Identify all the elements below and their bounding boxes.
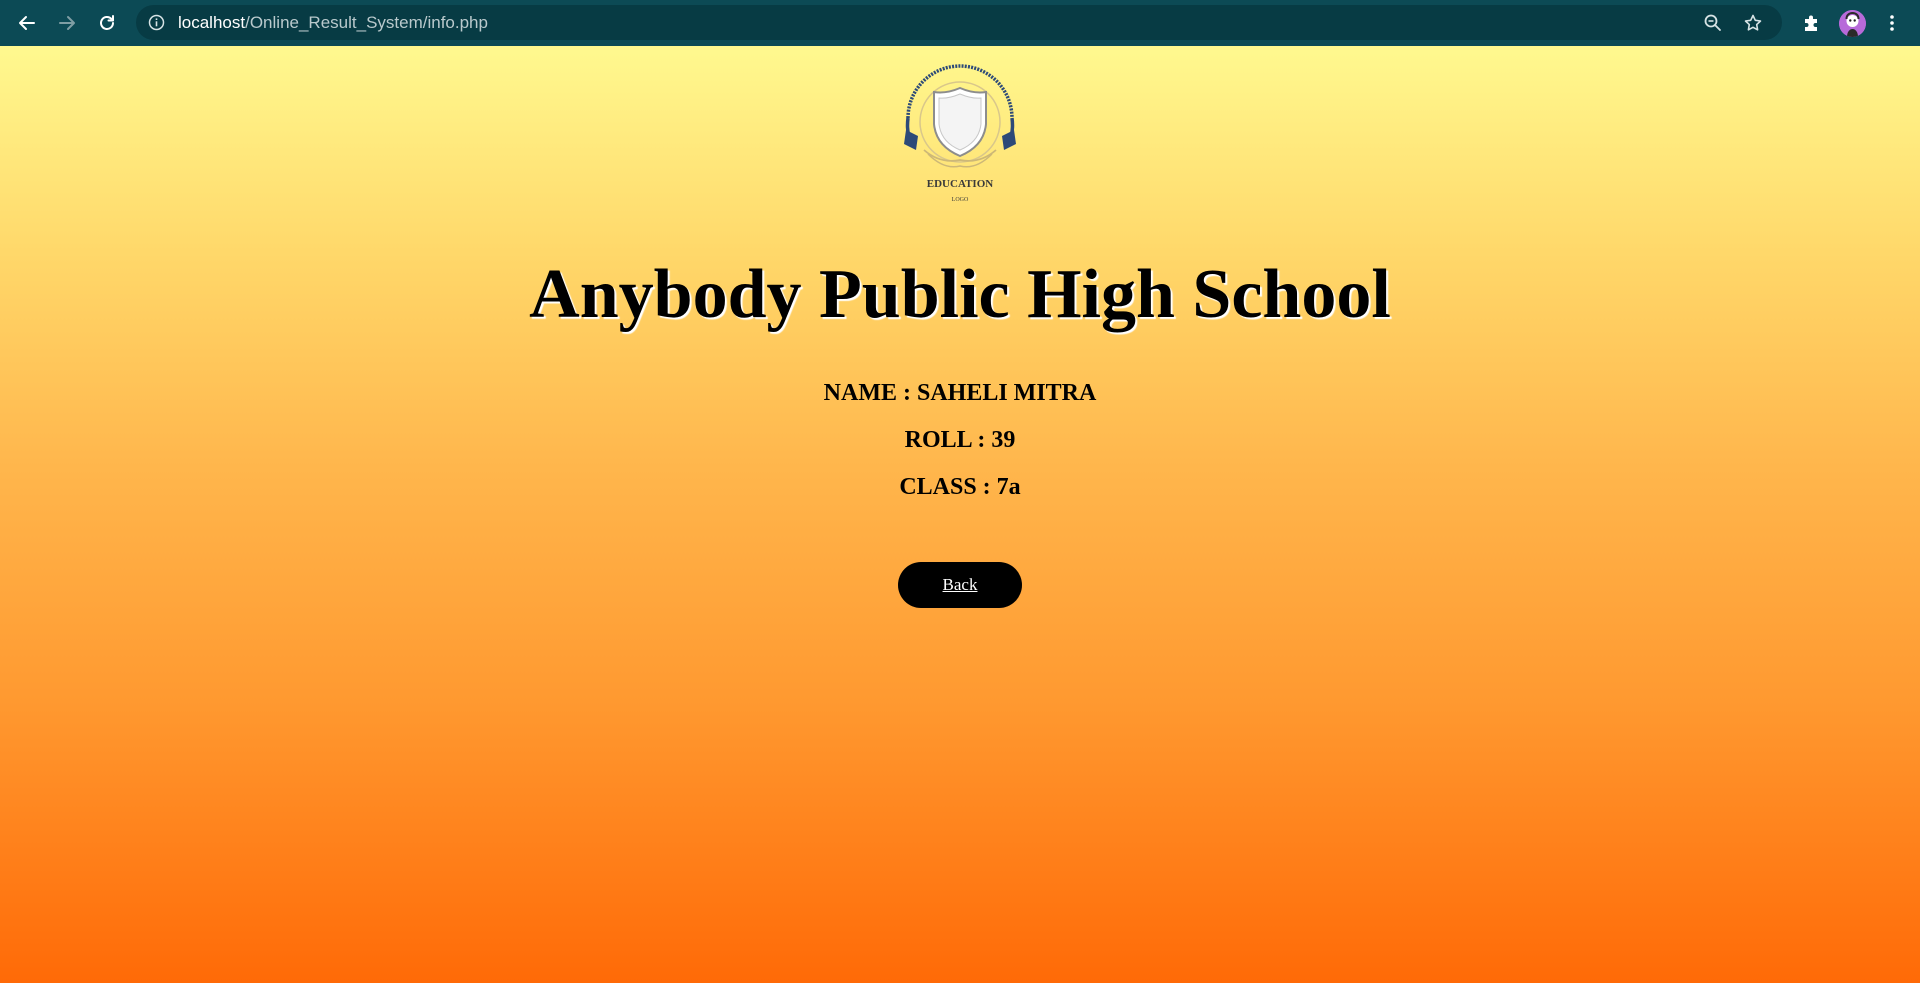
url-text[interactable]: localhost/Online_Result_System/info.php	[178, 13, 488, 32]
puzzle-icon	[1805, 15, 1817, 31]
avatar[interactable]	[1839, 10, 1866, 37]
zoom-button[interactable]	[1702, 12, 1724, 34]
reload-button[interactable]	[92, 8, 122, 38]
star-icon	[1744, 14, 1762, 31]
browser-menu-button[interactable]	[1880, 11, 1904, 35]
extensions-button[interactable]	[1800, 11, 1824, 35]
kebab-menu-icon	[1890, 15, 1894, 31]
profile-avatar-icon	[1839, 10, 1866, 37]
student-roll: ROLL : 39	[904, 427, 1016, 453]
url-path: /Online_Result_System/info.php	[245, 13, 488, 32]
zoom-icon	[1704, 14, 1721, 31]
url-host: localhost	[178, 13, 246, 32]
student-class: CLASS : 7a	[899, 474, 1021, 500]
bookmark-button[interactable]	[1742, 12, 1764, 34]
student-name: NAME : SAHELI MITRA	[823, 380, 1097, 406]
school-title: Anybody Public High School	[529, 256, 1391, 333]
logo-caption: EDUCATION	[927, 178, 993, 190]
reload-icon	[100, 15, 114, 30]
forward-button[interactable]	[52, 8, 82, 38]
back-button-link[interactable]: Back	[898, 562, 1022, 608]
address-bar[interactable]: localhost/Online_Result_System/info.php	[136, 5, 1782, 40]
browser-toolbar: localhost/Online_Result_System/info.php	[0, 0, 1920, 46]
back-button[interactable]	[12, 8, 42, 38]
page-content: EDUCATION LOGO Anybody Public High Schoo…	[0, 46, 1920, 983]
forward-arrow-icon	[59, 16, 75, 30]
info-icon[interactable]	[148, 14, 165, 31]
education-logo: EDUCATION LOGO	[904, 64, 1016, 203]
logo-subcaption: LOGO	[952, 197, 969, 203]
back-arrow-icon	[19, 16, 35, 30]
